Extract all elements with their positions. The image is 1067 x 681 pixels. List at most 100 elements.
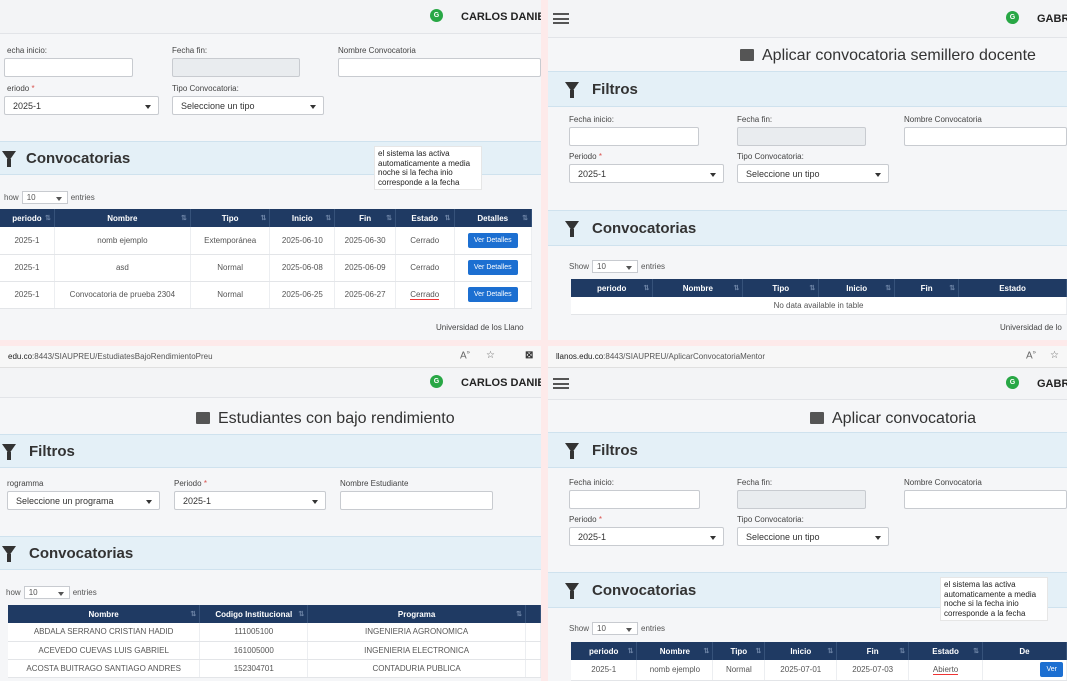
nombre-estudiante-input[interactable] — [340, 491, 493, 510]
favorite-star-icon[interactable]: ☆ — [1050, 350, 1059, 361]
column-header[interactable]: Tipo ⇅ — [190, 209, 271, 227]
show-entries[interactable]: how 10 entries — [4, 191, 95, 204]
menu-icon[interactable] — [553, 13, 569, 24]
fecha-fin-input[interactable] — [737, 490, 866, 509]
cell-detalles: Ver Detalles — [454, 227, 533, 255]
entries-select[interactable]: 10 — [592, 622, 639, 635]
tipo-convocatoria-select[interactable]: Seleccione un tipo — [172, 96, 324, 115]
column-header[interactable]: periodo ⇅ — [571, 642, 638, 660]
section-title: Convocatorias — [592, 220, 697, 237]
column-header[interactable]: periodo ⇅ — [571, 279, 654, 297]
table-row: ABDALA SERRANO CRISTIAN HADID 111005100 … — [8, 623, 541, 642]
periodo-select[interactable]: 2025-1 — [174, 491, 326, 510]
label-fecha-inicio: echa inicio: — [7, 46, 48, 55]
fecha-inicio-input[interactable] — [569, 127, 699, 146]
tipo-convocatoria-select[interactable]: Seleccione un tipo — [737, 164, 889, 183]
cell-nombre: asd — [54, 254, 191, 282]
cell-extra — [525, 641, 541, 660]
label-periodo: Periodo * — [569, 152, 602, 161]
entries-select[interactable]: 10 — [21, 191, 68, 204]
cell-programa: INGENIERIA ELECTRONICA — [307, 641, 526, 660]
column-header[interactable]: Programa ⇅ — [307, 605, 526, 623]
column-header[interactable]: Codigo Institucional ⇅ — [199, 605, 309, 623]
column-header[interactable]: Estado ⇅ — [395, 209, 455, 227]
cell-codigo: 152304701 — [199, 659, 309, 678]
user-avatar-icon[interactable]: G — [1006, 376, 1019, 389]
column-header[interactable]: Tipo ⇅ — [742, 279, 820, 297]
periodo-select[interactable]: 2025-1 — [4, 96, 159, 115]
chevron-down-icon — [710, 536, 716, 540]
show-entries[interactable]: how 10 entries — [6, 586, 97, 599]
label-nombre-estudiante: Nombre Estudiante — [340, 479, 409, 488]
tipo-convocatoria-select[interactable]: Seleccione un tipo — [737, 527, 889, 546]
column-header[interactable]: Nombre ⇅ — [54, 209, 191, 227]
column-header[interactable]: Inicio ⇅ — [269, 209, 336, 227]
user-name[interactable]: CARLOS DANIE — [461, 377, 541, 389]
form-icon — [740, 49, 754, 61]
screenshot-aplicar-semillero: G GABRI Aplicar convocatoria semillero d… — [548, 0, 1067, 340]
column-header[interactable]: De — [982, 642, 1067, 660]
column-header[interactable]: Nombre ⇅ — [636, 642, 714, 660]
table-row: 2025-1 asd Normal 2025-06-08 2025-06-09 … — [0, 254, 533, 282]
browser-address-bar[interactable]: edu.co:8443/SIAUPREU/EstudiatesBajoRendi… — [0, 346, 541, 368]
table-row: 2025-1 nomb ejemplo Extemporánea 2025-06… — [0, 227, 533, 255]
label-programa: rogramma — [7, 479, 44, 488]
column-header[interactable]: Inicio ⇅ — [818, 279, 896, 297]
show-entries[interactable]: Show 10 entries — [569, 260, 665, 273]
column-header[interactable]: Estado ⇅ — [908, 642, 984, 660]
table-row: 2025-1 Convocatoria de prueba 2304 Norma… — [0, 281, 533, 309]
read-aloud-icon[interactable]: A» — [1026, 350, 1036, 361]
ver-detalles-button[interactable]: Ver Detalles — [467, 260, 518, 275]
cell-nombre: Convocatoria de prueba 2304 — [54, 281, 191, 309]
menu-icon[interactable] — [553, 378, 569, 389]
column-header[interactable]: Detalles ⇅ — [454, 209, 533, 227]
column-header[interactable] — [525, 605, 541, 623]
show-entries[interactable]: Show 10 entries — [569, 622, 665, 635]
fecha-fin-input[interactable] — [172, 58, 300, 77]
column-header[interactable]: Nombre ⇅ — [8, 605, 201, 623]
column-header[interactable]: Fin ⇅ — [836, 642, 910, 660]
user-name[interactable]: GABRI — [1037, 378, 1067, 390]
column-header[interactable]: Tipo ⇅ — [712, 642, 766, 660]
user-avatar-icon[interactable]: G — [430, 9, 443, 22]
user-name[interactable]: CARLOS DANIE — [461, 11, 541, 23]
cell-periodo: 2025-1 — [0, 227, 55, 255]
read-aloud-icon[interactable]: A» — [460, 350, 470, 361]
entries-select[interactable]: 10 — [23, 586, 70, 599]
column-header[interactable]: periodo ⇅ — [0, 209, 55, 227]
user-avatar-icon[interactable]: G — [430, 375, 443, 388]
browser-address-bar[interactable]: llanos.edu.co:8443/SIAUPREU/AplicarConvo… — [548, 346, 1067, 368]
fecha-fin-input[interactable] — [737, 127, 866, 146]
user-avatar-icon[interactable]: G — [1006, 11, 1019, 24]
ver-detalles-button[interactable]: Ver Detalles — [467, 232, 518, 248]
table-header-row: Nombre ⇅ Codigo Institucional ⇅ Programa ⇅ — [8, 605, 541, 623]
ver-detalles-button[interactable]: Ver — [1040, 662, 1063, 678]
filter-icon — [565, 583, 579, 599]
cell-programa: CONTADURIA PUBLICA — [307, 659, 526, 678]
entries-select[interactable]: 10 — [592, 260, 639, 273]
column-header[interactable]: Fin ⇅ — [334, 209, 396, 227]
column-header[interactable]: Fin ⇅ — [894, 279, 960, 297]
nombre-convocatoria-input[interactable] — [904, 127, 1067, 146]
nombre-convocatoria-input[interactable] — [904, 490, 1067, 509]
ver-detalles-button[interactable]: Ver Detalles — [467, 287, 518, 302]
fecha-inicio-input[interactable] — [569, 490, 700, 509]
table-row: ACOSTA BUITRAGO SANTIAGO ANDRES 15230470… — [8, 659, 541, 678]
filter-icon — [565, 82, 579, 98]
column-header[interactable]: Estado — [958, 279, 1067, 297]
column-header[interactable]: Inicio ⇅ — [764, 642, 838, 660]
fecha-inicio-input[interactable] — [4, 58, 133, 77]
favorite-star-icon[interactable]: ☆ — [486, 350, 495, 361]
nombre-convocatoria-input[interactable] — [338, 58, 541, 77]
cell-fin: 2025-06-27 — [334, 281, 396, 309]
user-name[interactable]: GABRI — [1037, 13, 1067, 25]
programa-select[interactable]: Seleccione un programa — [7, 491, 160, 510]
url-domain: llanos.edu.co — [556, 352, 604, 361]
close-tab-icon[interactable]: ⊠ — [525, 350, 533, 361]
url-path: :8443/SIAUPREU/AplicarConvocatoriaMentor — [603, 352, 766, 361]
cell-nombre: nomb ejemplo — [54, 227, 191, 255]
periodo-select[interactable]: 2025-1 — [569, 164, 724, 183]
periodo-select[interactable]: 2025-1 — [569, 527, 724, 546]
page-title: Aplicar convocatoria semillero docente — [740, 47, 1036, 65]
column-header[interactable]: Nombre ⇅ — [652, 279, 744, 297]
